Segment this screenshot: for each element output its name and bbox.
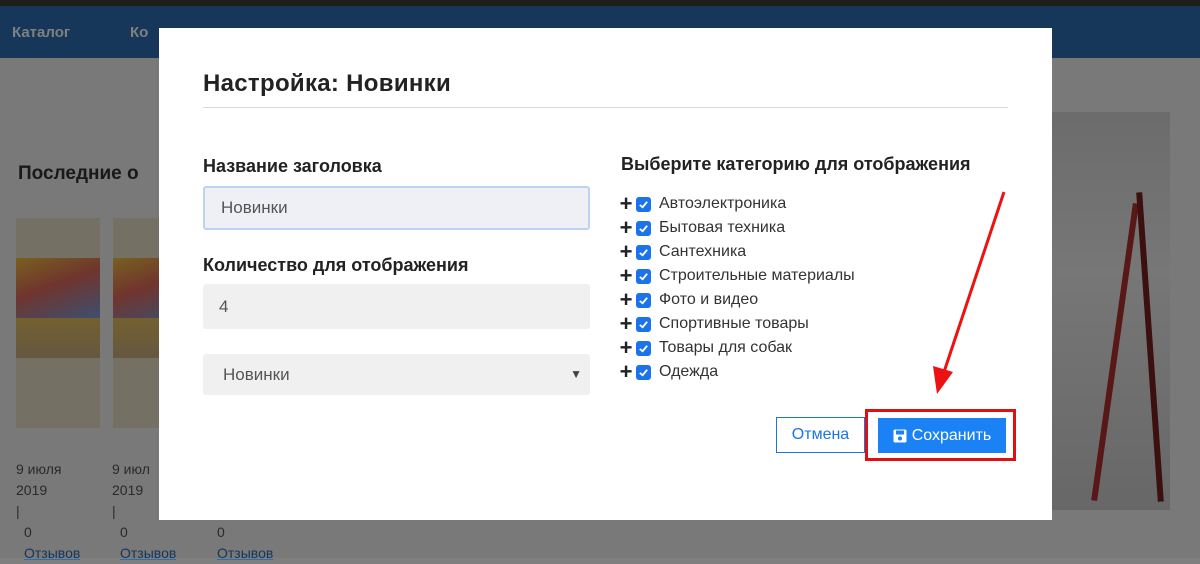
annotation-arrow-icon: [933, 191, 1006, 394]
